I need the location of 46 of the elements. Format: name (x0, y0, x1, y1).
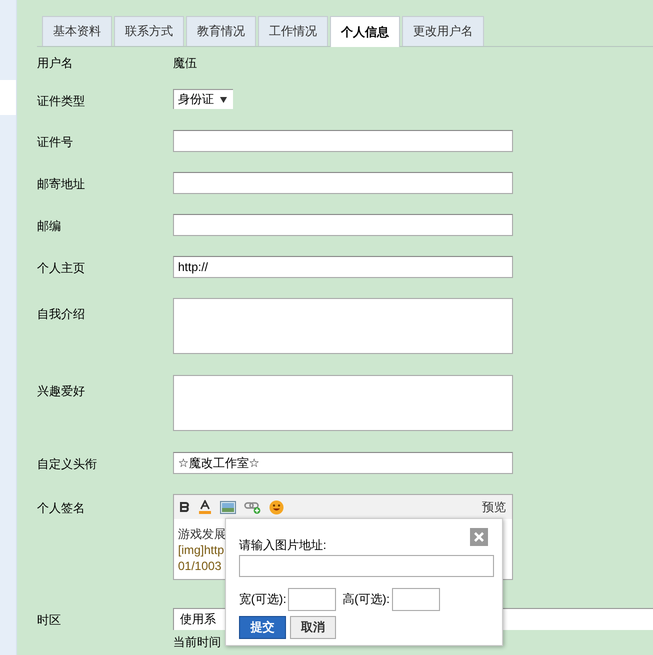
field-label: 邮编 (37, 218, 62, 235)
height-label: 高(可选): (342, 591, 390, 608)
cancel-button[interactable]: 取消 (290, 616, 336, 639)
image-url-field[interactable] (239, 555, 494, 577)
dialog-prompt: 请输入图片地址: (239, 537, 326, 554)
tab[interactable]: 联系方式 (114, 16, 184, 46)
field-label: 个人签名 (37, 500, 86, 517)
width-label: 宽(可选): (239, 591, 286, 608)
tab[interactable]: 教育情况 (186, 16, 256, 46)
text-area[interactable] (173, 298, 513, 354)
input-field[interactable]: ☆魔改工作室☆ (173, 452, 513, 474)
field-label: 自我介绍 (37, 306, 86, 323)
text-area[interactable] (173, 375, 513, 431)
smiley-icon[interactable] (269, 500, 284, 514)
field-label: 邮寄地址 (37, 176, 86, 193)
id-type-dropdown[interactable]: 身份证 (173, 89, 233, 109)
tab[interactable]: 基本资料 (42, 16, 112, 46)
field-label: 兴趣爱好 (37, 383, 86, 400)
tab[interactable]: 工作情况 (258, 16, 328, 46)
input-field[interactable]: http:// (173, 256, 513, 278)
image-icon[interactable] (220, 500, 236, 514)
signature-text-line: 游戏发展 (178, 526, 226, 542)
preview-link[interactable]: 预览 (482, 498, 506, 516)
input-field[interactable] (173, 130, 513, 152)
height-field[interactable] (392, 588, 440, 611)
signature-text-line: [img]http (178, 542, 224, 558)
bold-icon[interactable] (180, 502, 190, 512)
tab[interactable]: 更改用户名 (402, 16, 484, 46)
field-label: 时区 (37, 612, 62, 629)
caret-icon (220, 96, 227, 102)
width-field[interactable] (288, 588, 336, 611)
field-label: 证件类型 (37, 93, 86, 110)
field-label: 用户名 (37, 55, 74, 72)
input-field[interactable] (173, 214, 513, 236)
close-icon[interactable] (470, 528, 488, 546)
field-label: 自定义头衔 (37, 456, 98, 473)
link-add-icon[interactable] (244, 500, 261, 514)
tab[interactable]: 个人信息 (330, 16, 400, 47)
input-field[interactable] (173, 172, 513, 194)
field-label: 个人主页 (37, 260, 86, 277)
signature-text-line: 01/1003 (178, 558, 222, 574)
field-label: 证件号 (37, 134, 74, 151)
font-color-icon[interactable] (198, 500, 212, 514)
username-value: 魔伍 (173, 56, 197, 70)
submit-button[interactable]: 提交 (239, 616, 286, 639)
current-time-label: 当前时间 (173, 634, 221, 651)
